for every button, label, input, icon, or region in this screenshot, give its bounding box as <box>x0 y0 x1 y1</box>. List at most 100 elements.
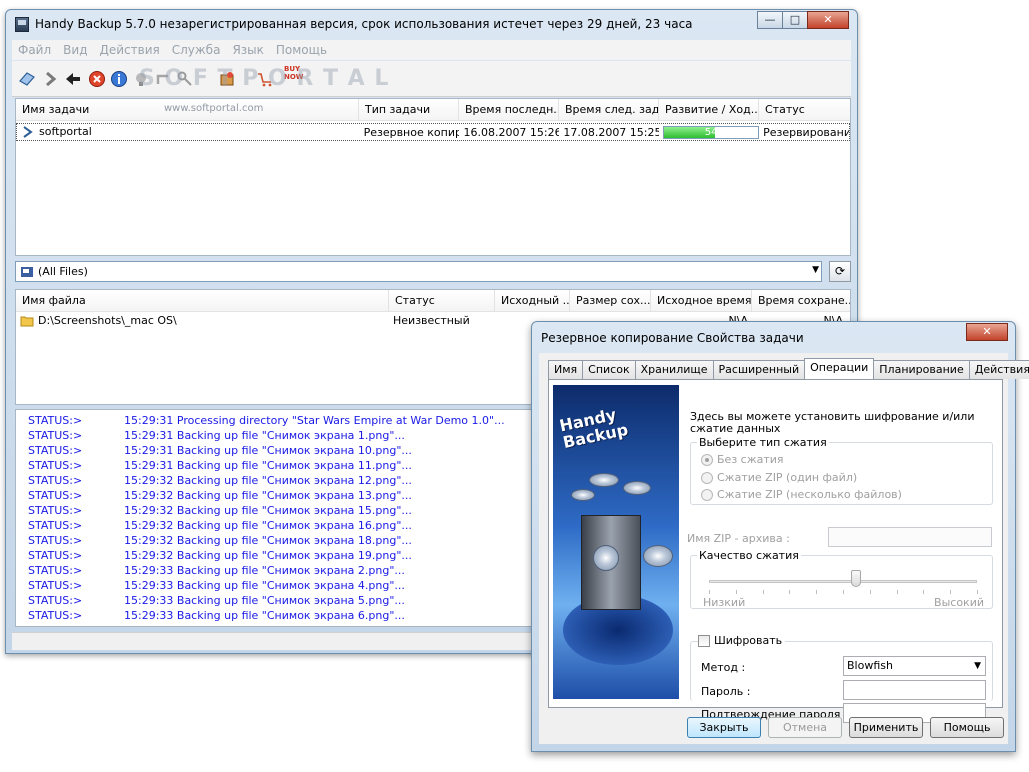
radio-label: Сжатие ZIP (несколько файлов) <box>717 488 902 501</box>
quality-high-label: Высокий <box>934 596 984 609</box>
file-filter-value: (All Files) <box>38 265 88 278</box>
cancel-button[interactable]: Отмена <box>768 717 842 738</box>
tab-actions[interactable]: Действия <box>968 360 1029 379</box>
password-input[interactable] <box>843 680 986 700</box>
tasks-list[interactable]: Имя задачи Тип задачи Время последн... В… <box>15 98 851 256</box>
menu-view[interactable]: Вид <box>63 43 87 57</box>
checkbox-box <box>698 634 710 647</box>
log-label: STATUS:> <box>28 519 83 532</box>
slider-tick <box>735 590 737 594</box>
watermark-url: www.softportal.com <box>164 103 264 114</box>
method-select[interactable]: Blowfish ▼ <box>843 656 986 676</box>
stop-icon[interactable] <box>88 70 106 88</box>
col-status[interactable]: Статус <box>759 99 850 121</box>
tab-advanced[interactable]: Расширенный <box>712 360 806 379</box>
quality-group: Качество сжатия Низкий Высокий <box>690 549 993 609</box>
tab-strip: Имя Список Хранилище Расширенный Операци… <box>548 358 1029 379</box>
log-label: STATUS:> <box>28 504 83 517</box>
quality-slider-track <box>709 580 977 583</box>
dialog-close-btn[interactable]: Закрыть <box>687 717 761 738</box>
log-line: STATUS:> 15:29:32 Backing up file "Снимок… <box>28 549 412 562</box>
operations-panel: Handy Backup Здесь вы можете установить … <box>548 379 1003 723</box>
log-line: STATUS:> 15:29:33 Backing up file "Снимок… <box>28 579 405 592</box>
log-label: STATUS:> <box>28 549 83 562</box>
help-button[interactable]: Помощь <box>930 717 1004 738</box>
zip-name-input[interactable] <box>828 527 992 547</box>
log-label: STATUS:> <box>28 429 83 442</box>
main-titlebar[interactable]: Handy Backup 5.7.0 незарегистрированная … <box>6 10 857 38</box>
task-status: Резервирование <box>763 126 849 139</box>
log-line: STATUS:> 15:29:33 Backing up file "Снимок… <box>28 564 405 577</box>
col-next-run[interactable]: Время след. задача <box>559 99 659 121</box>
task-name-cell: softportal <box>17 124 360 140</box>
folder-icon <box>20 316 34 327</box>
col-task-type[interactable]: Тип задачи <box>359 99 459 121</box>
menu-service[interactable]: Служба <box>172 43 221 57</box>
log-text: 15:29:31 Backing up file "Снимок экрана … <box>124 444 412 457</box>
log-text: 15:29:32 Backing up file "Снимок экрана … <box>124 549 412 562</box>
slider-tick <box>950 590 952 594</box>
col-file-size[interactable]: Размер сох... <box>570 290 651 312</box>
tab-storage[interactable]: Хранилище <box>634 360 714 379</box>
quality-slider[interactable] <box>851 570 862 587</box>
tab-schedule[interactable]: Планирование <box>873 360 970 379</box>
apply-button[interactable]: Применить <box>849 717 923 738</box>
log-line: STATUS:> 15:29:32 Backing up file "Снимок… <box>28 534 412 547</box>
task-next-run: 17.08.2007 15:25:... <box>563 126 660 139</box>
col-file-name[interactable]: Имя файла <box>16 290 389 312</box>
info-icon[interactable] <box>110 70 128 88</box>
log-label: STATUS:> <box>28 594 83 607</box>
col-progress[interactable]: Развитие / Ход... <box>659 99 759 121</box>
menu-language[interactable]: Язык <box>232 43 263 57</box>
radio-no-compression[interactable]: Без сжатия <box>701 453 784 466</box>
log-text: 15:29:32 Backing up file "Снимок экрана … <box>124 474 412 487</box>
log-label: STATUS:> <box>28 534 83 547</box>
menubar: Файл Вид Действия Служба Язык Помощь <box>12 40 851 60</box>
window-controls: — □ ✕ <box>757 11 849 29</box>
encrypt-checkbox[interactable]: Шифровать <box>698 634 786 647</box>
dialog-body: Имя Список Хранилище Расширенный Операци… <box>539 353 1029 744</box>
dialog-close-button[interactable]: ✕ <box>966 323 1008 341</box>
chevron-down-icon: ▼ <box>974 661 981 671</box>
table-row[interactable]: softportal Резервное копир... 16.08.2007… <box>16 123 850 141</box>
menu-file[interactable]: Файл <box>18 43 51 57</box>
task-type: Резервное копир... <box>363 126 460 139</box>
col-last-run[interactable]: Время последн... <box>459 99 559 121</box>
minimize-button[interactable]: — <box>757 11 783 29</box>
refresh-button[interactable]: ⟳ <box>829 261 851 282</box>
radio-zip-multiple[interactable]: Сжатие ZIP (несколько файлов) <box>701 488 902 501</box>
log-text: 15:29:32 Backing up file "Снимок экрана … <box>124 504 412 517</box>
col-file-saved-time[interactable]: Время сохране... <box>752 290 850 312</box>
task-name: softportal <box>39 125 92 138</box>
log-line: STATUS:> 15:29:32 Backing up file "Снимок… <box>28 474 412 487</box>
filter-row: (All Files) ▼ ⟳ <box>15 261 851 283</box>
log-label: STATUS:> <box>28 579 83 592</box>
close-button[interactable]: ✕ <box>807 11 849 29</box>
tab-name[interactable]: Имя <box>548 360 584 379</box>
menu-actions[interactable]: Действия <box>99 43 159 57</box>
slider-tick <box>709 590 710 594</box>
tab-list[interactable]: Список <box>582 360 636 379</box>
tab-operations[interactable]: Операции <box>804 358 875 379</box>
radio-dot <box>701 471 713 484</box>
file-status: Неизвестный <box>393 314 470 327</box>
handy-backup-artwork: Handy Backup <box>553 385 679 699</box>
radio-zip-single[interactable]: Сжатие ZIP (один файл) <box>701 471 857 484</box>
refresh-icon: ⟳ <box>834 264 846 278</box>
maximize-button[interactable]: □ <box>782 11 808 29</box>
back-icon[interactable] <box>64 70 82 88</box>
new-task-icon[interactable] <box>18 70 36 88</box>
tasks-header: Имя задачи Тип задачи Время последн... В… <box>16 99 850 121</box>
col-file-status[interactable]: Статус <box>389 290 495 312</box>
log-line: STATUS:> 15:29:31 Processing directory "S… <box>28 414 505 427</box>
radio-dot <box>701 453 713 466</box>
task-last-run: 16.08.2007 15:26:... <box>463 126 560 139</box>
file-filter-select[interactable]: (All Files) ▼ <box>15 261 822 282</box>
col-file-src-time[interactable]: Исходное время <box>651 290 752 312</box>
next-icon[interactable] <box>42 70 60 88</box>
log-text: 15:29:32 Backing up file "Снимок экрана … <box>124 489 412 502</box>
password-label: Пароль : <box>701 685 751 698</box>
log-label: STATUS:> <box>28 444 83 457</box>
menu-help[interactable]: Помощь <box>276 43 327 57</box>
col-file-source[interactable]: Исходный ... <box>495 290 570 312</box>
